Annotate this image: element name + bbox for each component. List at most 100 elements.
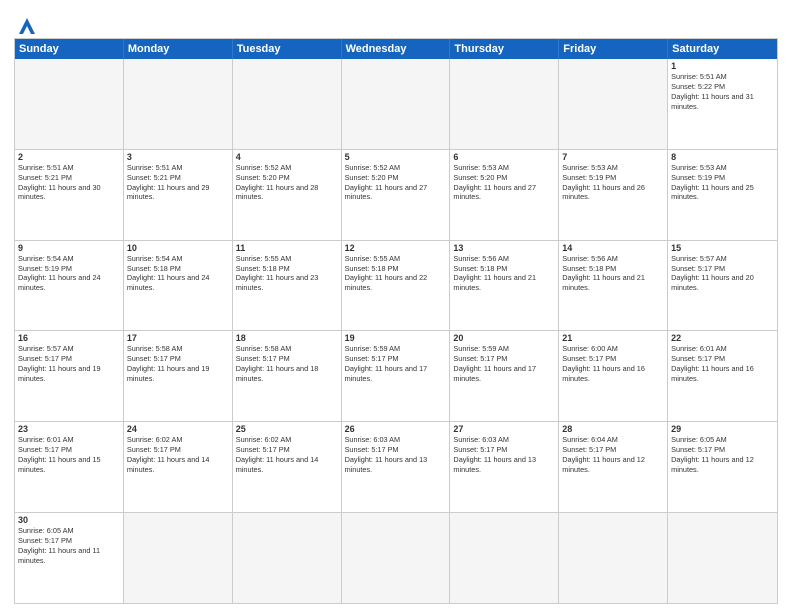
week-row-2: 2Sunrise: 5:51 AMSunset: 5:21 PMDaylight…: [15, 149, 777, 240]
week-row-3: 9Sunrise: 5:54 AMSunset: 5:19 PMDaylight…: [15, 240, 777, 331]
table-row: 22Sunrise: 6:01 AMSunset: 5:17 PMDayligh…: [668, 331, 777, 421]
table-row: 7Sunrise: 5:53 AMSunset: 5:19 PMDaylight…: [559, 150, 668, 240]
day-info: Sunrise: 5:56 AMSunset: 5:18 PMDaylight:…: [453, 254, 555, 293]
day-info: Sunrise: 5:51 AMSunset: 5:22 PMDaylight:…: [671, 72, 774, 111]
day-info: Sunrise: 5:58 AMSunset: 5:17 PMDaylight:…: [127, 344, 229, 383]
calendar-header: Sunday Monday Tuesday Wednesday Thursday…: [15, 39, 777, 59]
day-number: 21: [562, 333, 664, 343]
day-number: 9: [18, 243, 120, 253]
table-row: 23Sunrise: 6:01 AMSunset: 5:17 PMDayligh…: [15, 422, 124, 512]
day-number: 10: [127, 243, 229, 253]
table-row: 18Sunrise: 5:58 AMSunset: 5:17 PMDayligh…: [233, 331, 342, 421]
day-info: Sunrise: 6:02 AMSunset: 5:17 PMDaylight:…: [236, 435, 338, 474]
table-row: 30Sunrise: 6:05 AMSunset: 5:17 PMDayligh…: [15, 513, 124, 603]
header-thursday: Thursday: [450, 39, 559, 59]
day-info: Sunrise: 5:52 AMSunset: 5:20 PMDaylight:…: [345, 163, 447, 202]
day-number: 5: [345, 152, 447, 162]
day-number: 12: [345, 243, 447, 253]
table-row: 6Sunrise: 5:53 AMSunset: 5:20 PMDaylight…: [450, 150, 559, 240]
table-row: 25Sunrise: 6:02 AMSunset: 5:17 PMDayligh…: [233, 422, 342, 512]
day-info: Sunrise: 6:03 AMSunset: 5:17 PMDaylight:…: [345, 435, 447, 474]
table-row: 21Sunrise: 6:00 AMSunset: 5:17 PMDayligh…: [559, 331, 668, 421]
day-number: 11: [236, 243, 338, 253]
day-info: Sunrise: 5:51 AMSunset: 5:21 PMDaylight:…: [18, 163, 120, 202]
day-number: 7: [562, 152, 664, 162]
table-row: [559, 59, 668, 149]
day-number: 15: [671, 243, 774, 253]
day-info: Sunrise: 5:59 AMSunset: 5:17 PMDaylight:…: [345, 344, 447, 383]
header: [14, 12, 778, 32]
day-number: 28: [562, 424, 664, 434]
table-row: 14Sunrise: 5:56 AMSunset: 5:18 PMDayligh…: [559, 241, 668, 331]
table-row: 9Sunrise: 5:54 AMSunset: 5:19 PMDaylight…: [15, 241, 124, 331]
header-monday: Monday: [124, 39, 233, 59]
table-row: 10Sunrise: 5:54 AMSunset: 5:18 PMDayligh…: [124, 241, 233, 331]
calendar-body: 1Sunrise: 5:51 AMSunset: 5:22 PMDaylight…: [15, 59, 777, 603]
day-info: Sunrise: 6:05 AMSunset: 5:17 PMDaylight:…: [18, 526, 120, 565]
day-info: Sunrise: 6:04 AMSunset: 5:17 PMDaylight:…: [562, 435, 664, 474]
table-row: [450, 59, 559, 149]
calendar: Sunday Monday Tuesday Wednesday Thursday…: [14, 38, 778, 604]
day-number: 2: [18, 152, 120, 162]
table-row: 20Sunrise: 5:59 AMSunset: 5:17 PMDayligh…: [450, 331, 559, 421]
day-number: 24: [127, 424, 229, 434]
page: Sunday Monday Tuesday Wednesday Thursday…: [0, 0, 792, 612]
table-row: 29Sunrise: 6:05 AMSunset: 5:17 PMDayligh…: [668, 422, 777, 512]
day-info: Sunrise: 5:55 AMSunset: 5:18 PMDaylight:…: [236, 254, 338, 293]
day-number: 14: [562, 243, 664, 253]
day-info: Sunrise: 5:54 AMSunset: 5:18 PMDaylight:…: [127, 254, 229, 293]
day-number: 13: [453, 243, 555, 253]
day-info: Sunrise: 5:55 AMSunset: 5:18 PMDaylight:…: [345, 254, 447, 293]
day-number: 18: [236, 333, 338, 343]
table-row: 24Sunrise: 6:02 AMSunset: 5:17 PMDayligh…: [124, 422, 233, 512]
day-info: Sunrise: 6:03 AMSunset: 5:17 PMDaylight:…: [453, 435, 555, 474]
header-sunday: Sunday: [15, 39, 124, 59]
day-number: 17: [127, 333, 229, 343]
day-info: Sunrise: 5:58 AMSunset: 5:17 PMDaylight:…: [236, 344, 338, 383]
table-row: [233, 59, 342, 149]
table-row: 13Sunrise: 5:56 AMSunset: 5:18 PMDayligh…: [450, 241, 559, 331]
day-info: Sunrise: 6:05 AMSunset: 5:17 PMDaylight:…: [671, 435, 774, 474]
day-number: 29: [671, 424, 774, 434]
table-row: [15, 59, 124, 149]
day-number: 16: [18, 333, 120, 343]
table-row: [668, 513, 777, 603]
day-number: 30: [18, 515, 120, 525]
week-row-4: 16Sunrise: 5:57 AMSunset: 5:17 PMDayligh…: [15, 330, 777, 421]
day-number: 27: [453, 424, 555, 434]
table-row: 8Sunrise: 5:53 AMSunset: 5:19 PMDaylight…: [668, 150, 777, 240]
day-number: 6: [453, 152, 555, 162]
table-row: 2Sunrise: 5:51 AMSunset: 5:21 PMDaylight…: [15, 150, 124, 240]
header-friday: Friday: [559, 39, 668, 59]
table-row: [124, 59, 233, 149]
table-row: 17Sunrise: 5:58 AMSunset: 5:17 PMDayligh…: [124, 331, 233, 421]
day-number: 19: [345, 333, 447, 343]
table-row: [450, 513, 559, 603]
week-row-5: 23Sunrise: 6:01 AMSunset: 5:17 PMDayligh…: [15, 421, 777, 512]
table-row: [342, 59, 451, 149]
day-number: 25: [236, 424, 338, 434]
logo-triangle-icon: [15, 16, 39, 36]
table-row: 12Sunrise: 5:55 AMSunset: 5:18 PMDayligh…: [342, 241, 451, 331]
day-info: Sunrise: 5:57 AMSunset: 5:17 PMDaylight:…: [671, 254, 774, 293]
day-info: Sunrise: 5:52 AMSunset: 5:20 PMDaylight:…: [236, 163, 338, 202]
day-number: 22: [671, 333, 774, 343]
day-number: 4: [236, 152, 338, 162]
table-row: 15Sunrise: 5:57 AMSunset: 5:17 PMDayligh…: [668, 241, 777, 331]
table-row: 4Sunrise: 5:52 AMSunset: 5:20 PMDaylight…: [233, 150, 342, 240]
day-number: 20: [453, 333, 555, 343]
day-info: Sunrise: 5:57 AMSunset: 5:17 PMDaylight:…: [18, 344, 120, 383]
table-row: [124, 513, 233, 603]
day-info: Sunrise: 5:51 AMSunset: 5:21 PMDaylight:…: [127, 163, 229, 202]
table-row: 11Sunrise: 5:55 AMSunset: 5:18 PMDayligh…: [233, 241, 342, 331]
table-row: 27Sunrise: 6:03 AMSunset: 5:17 PMDayligh…: [450, 422, 559, 512]
day-info: Sunrise: 5:56 AMSunset: 5:18 PMDaylight:…: [562, 254, 664, 293]
day-number: 23: [18, 424, 120, 434]
day-number: 26: [345, 424, 447, 434]
table-row: 1Sunrise: 5:51 AMSunset: 5:22 PMDaylight…: [668, 59, 777, 149]
day-number: 3: [127, 152, 229, 162]
day-number: 8: [671, 152, 774, 162]
day-info: Sunrise: 6:02 AMSunset: 5:17 PMDaylight:…: [127, 435, 229, 474]
table-row: 26Sunrise: 6:03 AMSunset: 5:17 PMDayligh…: [342, 422, 451, 512]
table-row: 16Sunrise: 5:57 AMSunset: 5:17 PMDayligh…: [15, 331, 124, 421]
